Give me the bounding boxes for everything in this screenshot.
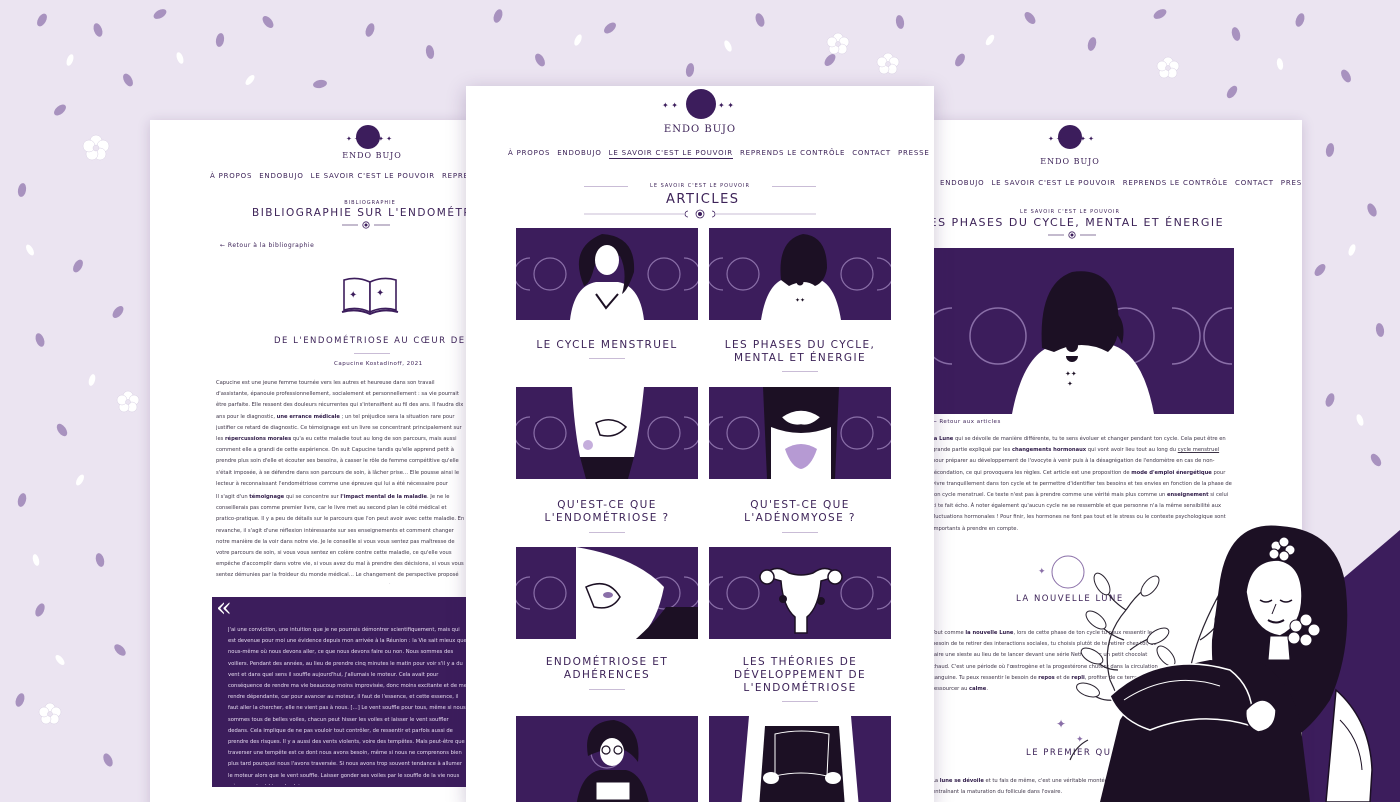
cycle-menstruel-link[interactable]: cycle menstruel xyxy=(1178,447,1219,453)
divider xyxy=(772,186,816,187)
bibliography-page: ✦ ✦ ✦ ✦ ENDO BUJO À PROPOS ENDOBUJO LE S… xyxy=(150,120,468,802)
article-intro-text: la Lune qui se dévoile de manière différ… xyxy=(932,436,1232,532)
woman-back-moon-tattoo-illustration: ✦✦ ✦ xyxy=(932,248,1234,414)
logo-text[interactable]: ENDO BUJO xyxy=(1000,157,1140,166)
divider xyxy=(782,701,818,702)
nav-item-endobujo[interactable]: ENDOBUJO xyxy=(259,172,303,180)
divider xyxy=(589,532,625,533)
nav-item-le-savoir[interactable]: LE SAVOIR C'EST LE POUVOIR xyxy=(608,149,733,159)
main-nav: À PROPOS ENDOBUJO LE SAVOIR C'EST LE POU… xyxy=(508,149,930,159)
nav-item-a-propos[interactable]: À PROPOS xyxy=(210,172,252,180)
divider xyxy=(589,358,625,359)
nav-item-contact[interactable]: CONTACT xyxy=(852,149,891,159)
hands-uterus-illustration xyxy=(709,387,891,479)
svg-text:✦: ✦ xyxy=(376,288,384,299)
page-kicker: LE SAVOIR C'EST LE POUVOIR xyxy=(1020,209,1120,215)
title-ornament-icon xyxy=(584,209,816,219)
svg-text:✦ ✦: ✦ ✦ xyxy=(662,101,678,110)
page-kicker: LE SAVOIR C'EST LE POUVOIR xyxy=(650,183,750,189)
article-title[interactable]: LE CYCLE MENSTRUEL xyxy=(516,339,698,352)
article-card-image[interactable] xyxy=(516,387,698,479)
article-title[interactable]: LES THÉORIES DE DÉVELOPPEMENT DE L'ENDOM… xyxy=(709,656,891,695)
belly-touch-illustration xyxy=(516,547,698,639)
uterus-illustration xyxy=(709,567,891,634)
nav-item-contact[interactable]: CONTACT xyxy=(1235,179,1274,187)
svg-text:✦ ✦: ✦ ✦ xyxy=(1048,135,1062,143)
nav-item-endobujo[interactable]: ENDOBUJO xyxy=(940,179,984,187)
svg-text:✦: ✦ xyxy=(1076,735,1084,745)
quote-mark-icon: « xyxy=(216,593,232,623)
nav-item-presse[interactable]: PRESSE xyxy=(1281,179,1302,187)
svg-text:✦✦: ✦✦ xyxy=(795,297,805,304)
book-title: DE L'ENDOMÉTRIOSE AU CŒUR DE SOI xyxy=(274,336,468,346)
quote-block: « J'ai une conviction, une intuition que… xyxy=(212,593,468,787)
page-title: BIBLIOGRAPHIE SUR L'ENDOMÉTRIOSE xyxy=(252,207,468,219)
logo-text[interactable]: ENDO BUJO xyxy=(466,124,934,135)
woman-back-moon-tattoo-illustration: ✦✦ xyxy=(709,234,891,320)
article-card-image[interactable] xyxy=(709,387,891,479)
articles-page: ✦ ✦ ✦ ✦ ENDO BUJO À PROPOS ENDOBUJO LE S… xyxy=(466,86,934,802)
article-title[interactable]: QU'EST-CE QUE L'ENDOMÉTRIOSE ? xyxy=(516,499,698,525)
svg-text:✦ ✦: ✦ ✦ xyxy=(378,135,392,143)
svg-text:✦✦: ✦✦ xyxy=(1065,370,1077,378)
svg-text:✦ ✦: ✦ ✦ xyxy=(346,135,360,143)
title-ornament-icon xyxy=(1048,231,1096,239)
svg-text:✦ ✦: ✦ ✦ xyxy=(1080,135,1094,143)
page-title: ARTICLES xyxy=(666,192,740,207)
article-card-image[interactable] xyxy=(709,716,891,802)
article-title[interactable]: LES PHASES DU CYCLE, MENTAL ET ÉNERGIE xyxy=(709,339,891,365)
quote-text: J'ai une conviction, une intuition que j… xyxy=(228,627,467,785)
article-card-image[interactable] xyxy=(516,716,698,802)
svg-text:✦: ✦ xyxy=(1067,380,1073,388)
title-ornament-icon xyxy=(342,221,390,229)
divider xyxy=(589,689,625,690)
nav-item-le-savoir[interactable]: LE SAVOIR C'EST LE POUVOIR xyxy=(311,172,435,180)
book-author: Capucine Kostadinoff, 2021 xyxy=(334,361,423,367)
divider xyxy=(782,532,818,533)
page-kicker: BIBLIOGRAPHIE xyxy=(344,200,396,206)
open-book-icon: ✦ ✦ xyxy=(341,277,399,316)
woman-hands-chest-illustration xyxy=(516,234,698,320)
back-to-articles-link[interactable]: ← Retour aux articles xyxy=(932,419,1001,425)
woman-glasses-reading-illustration xyxy=(576,720,649,802)
svg-text:✦ ✦: ✦ ✦ xyxy=(718,101,734,110)
nav-item-reprends[interactable]: REPRENDS LE CONTRÔLE xyxy=(442,172,468,180)
belly-pain-illustration xyxy=(516,387,698,479)
woman-reading-book-illustration: ✦ ✦ xyxy=(1056,525,1373,802)
svg-text:✦: ✦ xyxy=(349,290,357,301)
article-card-image[interactable] xyxy=(709,547,891,639)
nav-item-a-propos[interactable]: À PROPOS xyxy=(508,149,550,159)
back-to-bibliography-link[interactable]: ← Retour à la bibliographie xyxy=(220,242,314,249)
main-nav: ENDOBUJO LE SAVOIR C'EST LE POUVOIR REPR… xyxy=(940,179,1302,187)
nav-item-reprends[interactable]: REPRENDS LE CONTRÔLE xyxy=(740,149,845,159)
nav-item-le-savoir[interactable]: LE SAVOIR C'EST LE POUVOIR xyxy=(991,179,1115,187)
hands-book-illustration xyxy=(741,716,859,802)
nav-item-presse[interactable]: PRESSE xyxy=(898,149,930,159)
article-card-image[interactable] xyxy=(516,547,698,639)
main-nav: À PROPOS ENDOBUJO LE SAVOIR C'EST LE POU… xyxy=(210,172,468,180)
article-card-image[interactable]: ✦✦ xyxy=(709,228,891,320)
nav-item-reprends[interactable]: REPRENDS LE CONTRÔLE xyxy=(1123,179,1228,187)
article-title[interactable]: ENDOMÉTRIOSE ET ADHÉRENCES xyxy=(516,656,698,682)
logo-text[interactable]: ENDO BUJO xyxy=(302,151,442,160)
page-title: LES PHASES DU CYCLE, MENTAL ET ÉNERGIE xyxy=(932,216,1225,229)
divider xyxy=(354,353,390,354)
svg-text:✦: ✦ xyxy=(1056,717,1066,731)
book-review-text: Il s'agit d'un témoignage qui se concent… xyxy=(216,494,465,584)
divider xyxy=(584,186,628,187)
article-title[interactable]: QU'EST-CE QUE L'ADÉNOMYOSE ? xyxy=(709,499,891,525)
logo-moon-icon[interactable]: ✦ ✦ ✦ ✦ xyxy=(660,86,742,120)
article-card-image[interactable] xyxy=(516,228,698,320)
nav-item-endobujo[interactable]: ENDOBUJO xyxy=(557,149,601,159)
divider xyxy=(782,371,818,372)
book-summary-text: Capucine est une jeune femme tournée ver… xyxy=(216,380,464,487)
